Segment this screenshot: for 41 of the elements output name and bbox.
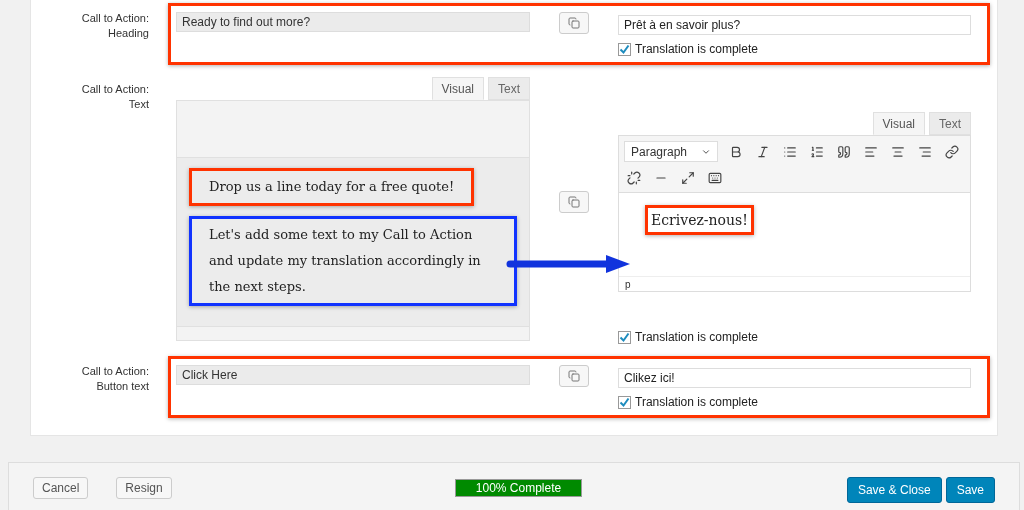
editor-tab[interactable]: Text [488, 77, 530, 100]
save-button[interactable]: Save [945, 477, 995, 503]
numbered-list-icon[interactable] [809, 144, 824, 159]
copy-icon [568, 370, 580, 382]
footer-button[interactable]: Resign [116, 477, 172, 499]
original-text: Click Here [176, 365, 530, 385]
checkbox[interactable] [618, 42, 631, 56]
paragraph: Let's add some text to my Call to Action and update my translation accordingly in the next steps. [189, 216, 517, 306]
copy-icon [568, 196, 580, 208]
align-right-icon[interactable] [917, 144, 932, 159]
original-text: Ready to find out more? [176, 12, 530, 32]
keyboard-icon[interactable] [707, 170, 722, 185]
translation-field[interactable]: Clikez ici! [618, 368, 971, 388]
editor-tab[interactable]: Text [929, 112, 971, 135]
checkbox-label: Translation is complete [635, 41, 758, 58]
link-icon[interactable] [944, 144, 959, 159]
quote-icon[interactable] [836, 144, 851, 159]
progress-label: 100% Complete [474, 480, 563, 496]
bullet-list-icon[interactable] [782, 144, 797, 159]
translation-field[interactable]: Prêt à en savoir plus? [618, 15, 971, 35]
checkbox-label: Translation is complete [635, 329, 758, 346]
italic-icon[interactable] [755, 144, 770, 159]
field-label: Call to Action: Heading [80, 11, 149, 41]
editor-tab[interactable]: Visual [431, 77, 484, 100]
element-path: p [625, 277, 631, 292]
checkbox-label: Translation is complete [635, 394, 758, 411]
field-label: Call to Action: Button text [80, 364, 149, 394]
fullscreen-icon[interactable] [680, 170, 695, 185]
field-label: Call to Action: Text [80, 82, 149, 112]
copy-icon [568, 17, 580, 29]
align-left-icon[interactable] [863, 144, 878, 159]
align-center-icon[interactable] [890, 144, 905, 159]
editor-tab[interactable]: Visual [872, 112, 925, 135]
unlink-icon[interactable] [626, 170, 641, 185]
paragraph: Ecrivez-nous! [645, 205, 754, 235]
format-select[interactable]: Paragraph [624, 141, 718, 162]
save-button[interactable]: Save & Close [846, 477, 942, 503]
footer-button[interactable]: Cancel [33, 477, 89, 499]
paragraph: Drop us a line today for a free quote! [189, 168, 475, 206]
checkbox[interactable] [618, 330, 631, 344]
checkbox[interactable] [618, 395, 631, 409]
